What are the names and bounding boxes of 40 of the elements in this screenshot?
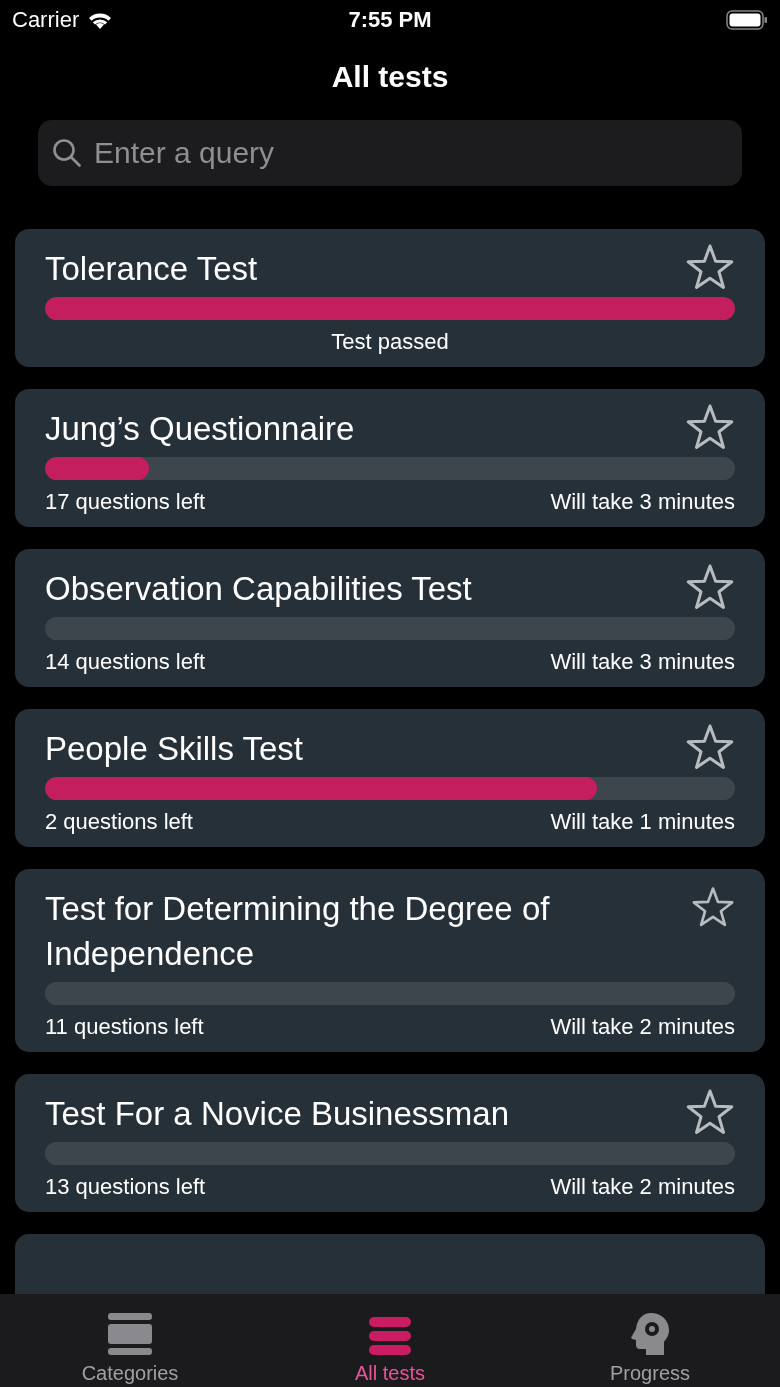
test-card[interactable]: People Skills Test 2 questions left Will take 1 minutes: [15, 709, 765, 847]
stack-icon: [107, 1312, 153, 1356]
status-label: Test passed: [331, 329, 449, 355]
test-title: Tolerance Test: [45, 249, 258, 289]
duration-label: Will take 1 minutes: [550, 809, 735, 835]
star-icon[interactable]: [685, 403, 735, 451]
test-title: Observation Capabilities Test: [45, 569, 472, 609]
tab-item[interactable]: All tests: [260, 1294, 520, 1387]
carrier-label: Carrier: [12, 7, 80, 33]
questions-left-label: 11 questions left: [45, 1014, 204, 1040]
duration-label: Will take 2 minutes: [550, 1014, 735, 1040]
star-icon[interactable]: [685, 243, 735, 291]
test-title: People Skills Test: [45, 729, 304, 769]
test-card[interactable]: Observation Capabilities Test 14 questions left Will take 3 minutes: [15, 549, 765, 687]
duration-label: Will take 3 minutes: [550, 649, 735, 675]
test-card[interactable]: Test For a Novice Businessman 13 questions left Will take 2 minutes: [15, 1074, 765, 1212]
tab-item[interactable]: Categories: [0, 1294, 260, 1387]
page-title: All tests: [331, 60, 449, 94]
duration-label: Will take 3 minutes: [550, 489, 735, 515]
test-card[interactable]: Tolerance Test Test passed: [15, 229, 765, 367]
search-icon: [52, 138, 82, 168]
test-title: Test For a Novice Businessman: [45, 1094, 509, 1134]
test-card[interactable]: Test for Determining the Degree of Independence 11 questions left Will take 2 minutes: [15, 869, 765, 1052]
search-field[interactable]: Enter a query: [38, 120, 742, 186]
duration-label: Will take 2 minutes: [550, 1174, 735, 1200]
battery-icon: [726, 10, 768, 30]
questions-left-label: 14 questions left: [45, 649, 206, 675]
clock-time: 7:55 PM: [348, 7, 432, 33]
star-icon[interactable]: [685, 723, 735, 771]
test-card[interactable]: Jung’s Questionnaire 17 questions left Will take 3 minutes: [15, 389, 765, 527]
questions-left-label: 2 questions left: [45, 809, 193, 835]
questions-left-label: 13 questions left: [45, 1174, 206, 1200]
questions-left-label: 17 questions left: [45, 489, 206, 515]
tab-item[interactable]: Progress: [520, 1294, 780, 1387]
test-title: Test for Determining the Degree of Independence: [45, 889, 551, 974]
test-title: Jung’s Questionnaire: [45, 409, 355, 449]
list-icon: [368, 1316, 412, 1356]
star-icon[interactable]: [685, 1088, 735, 1136]
star-icon[interactable]: [685, 563, 735, 611]
head-gear-icon: [630, 1312, 670, 1356]
